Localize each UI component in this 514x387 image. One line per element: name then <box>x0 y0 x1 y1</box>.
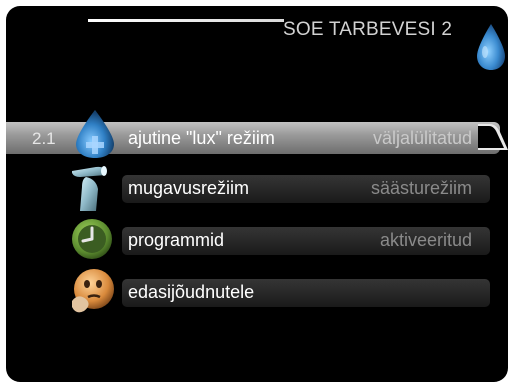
menu-item-label: edasijõudnutele <box>128 282 255 302</box>
header-divider <box>88 19 284 22</box>
menu-item-advanced[interactable]: edasijõudnutele <box>6 269 508 313</box>
menu-item-comfort-mode[interactable]: mugavusrežiim säästurežiim <box>6 166 508 211</box>
selection-tab-corner <box>478 124 508 150</box>
thinking-face-icon <box>72 269 114 313</box>
clock-icon <box>72 219 112 259</box>
menu-item-value: aktiveeritud <box>379 230 472 250</box>
menu-item-programs[interactable]: programmid aktiveeritud <box>6 219 508 259</box>
water-drop-icon <box>477 24 505 70</box>
menu-item-number: 2.1 <box>32 129 56 148</box>
menu-item-label: programmid <box>128 230 225 250</box>
display-screen: SOE TARBEVESI 2 2.1 ajutine "lux" režiim… <box>6 6 508 382</box>
faucet-icon <box>72 166 107 211</box>
menu-item-value: väljalülitatud <box>372 128 472 148</box>
menu-item-label: ajutine "lux" režiim <box>128 128 275 148</box>
menu-item-temporary-lux[interactable]: 2.1 ajutine "lux" režiim väljalülitatud <box>6 110 508 158</box>
menu-item-value: säästurežiim <box>370 178 472 198</box>
page-title: SOE TARBEVESI 2 <box>283 19 453 40</box>
water-drop-plus-icon <box>76 110 114 158</box>
menu-item-label: mugavusrežiim <box>128 178 250 198</box>
